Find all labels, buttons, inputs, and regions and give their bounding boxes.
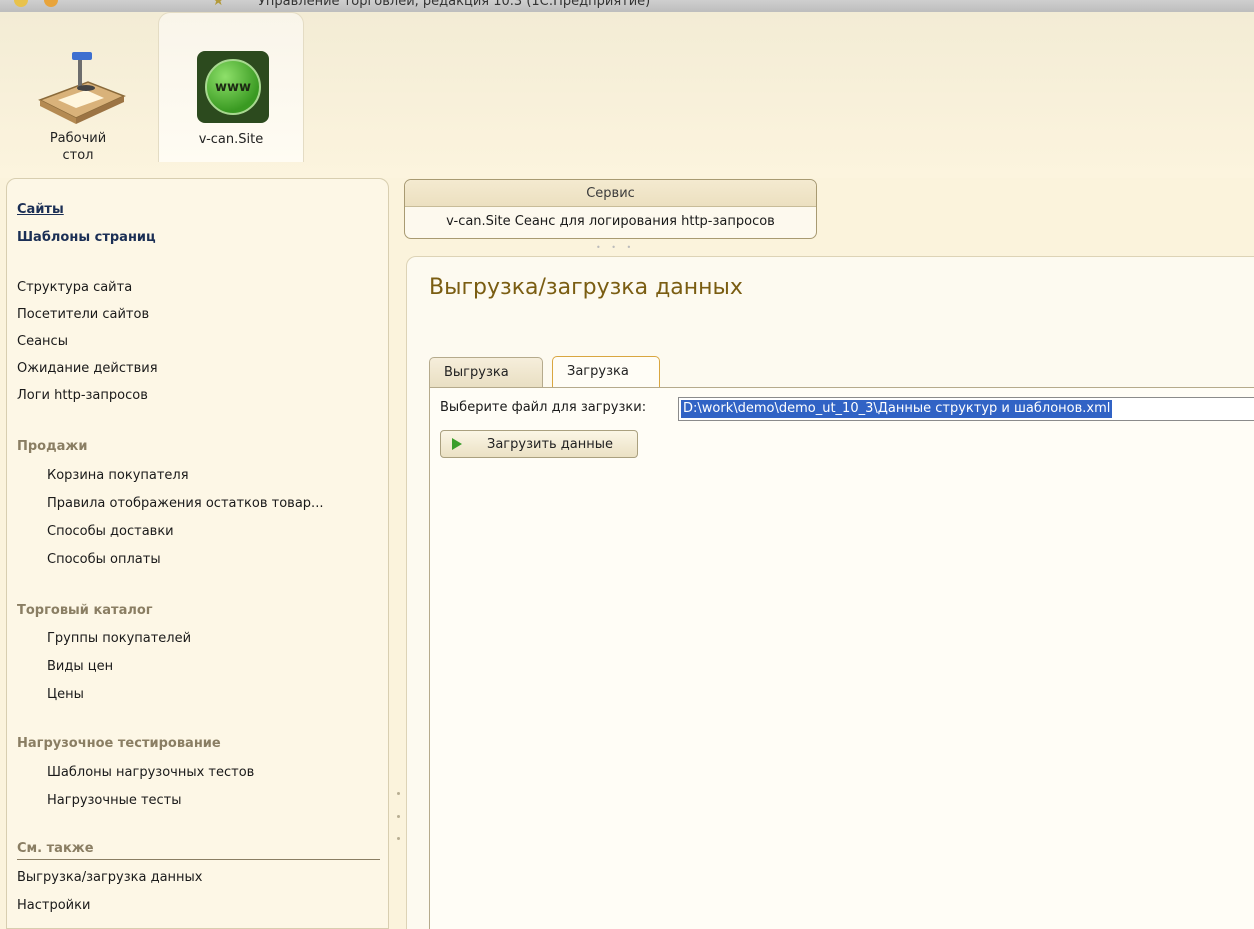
desk-lamp-icon bbox=[38, 52, 126, 124]
window-title: Управление торговлей, редакция 10.3 (1С:… bbox=[258, 0, 651, 9]
play-icon bbox=[452, 438, 462, 450]
sidebar-group-catalog: Торговый каталог bbox=[17, 603, 153, 618]
sidebar-group-load-testing: Нагрузочное тестирование bbox=[17, 736, 221, 751]
sidebar-item-price-types[interactable]: Виды цен bbox=[47, 658, 113, 676]
page-title: Выгрузка/загрузка данных bbox=[429, 275, 743, 300]
sidebar-item-prices[interactable]: Цены bbox=[47, 686, 84, 704]
sidebar-item-stock-display-rules[interactable]: Правила отображения остатков товар... bbox=[47, 495, 323, 513]
window-titlebar: ★ Управление торговлей, редакция 10.3 (1… bbox=[0, 0, 1254, 12]
tab-import[interactable]: Загрузка bbox=[552, 356, 660, 388]
close-window-icon[interactable] bbox=[14, 0, 28, 7]
section-vcan-site[interactable]: www v-can.Site bbox=[158, 12, 304, 162]
load-data-button[interactable]: Загрузить данные bbox=[440, 430, 638, 458]
sidebar-item-sites[interactable]: Сайты bbox=[17, 201, 64, 219]
tab-export[interactable]: Выгрузка bbox=[429, 357, 543, 387]
file-path-input[interactable]: D:\work\demo\demo_ut_10_3\Данные структу… bbox=[678, 397, 1254, 421]
sidebar-item-site-structure[interactable]: Структура сайта bbox=[17, 279, 132, 297]
section-label: Рабочий стол bbox=[49, 131, 107, 163]
sidebar-item-load-test-templates[interactable]: Шаблоны нагрузочных тестов bbox=[47, 764, 254, 782]
sidebar-item-load-tests[interactable]: Нагрузочные тесты bbox=[47, 792, 182, 810]
sidebar-item-data-export-import[interactable]: Выгрузка/загрузка данных bbox=[17, 869, 203, 887]
favorites-star-icon[interactable]: ★ bbox=[212, 0, 225, 9]
sidebar-item-delivery-methods[interactable]: Способы доставки bbox=[47, 523, 174, 541]
file-field-label: Выберите файл для загрузки: bbox=[440, 400, 647, 415]
sidebar-item-waiting-action[interactable]: Ожидание действия bbox=[17, 360, 158, 378]
service-panel-header: Сервис bbox=[405, 180, 816, 207]
sidebar-item-page-templates[interactable]: Шаблоны страниц bbox=[17, 229, 156, 247]
load-data-button-label: Загрузить данные bbox=[487, 436, 614, 452]
www-globe-icon: www bbox=[197, 51, 269, 123]
sidebar-navigation: Сайты Шаблоны страниц Структура сайта По… bbox=[6, 178, 389, 929]
service-panel-grip[interactable]: • • • bbox=[596, 243, 635, 252]
section-label: v-can.Site bbox=[198, 132, 264, 147]
section-desktop[interactable]: Рабочий стол bbox=[22, 12, 134, 163]
see-also-divider bbox=[17, 859, 380, 860]
sidebar-item-settings[interactable]: Настройки bbox=[17, 897, 90, 915]
sidebar-splitter-handle[interactable] bbox=[396, 792, 400, 840]
sidebar-item-payment-methods[interactable]: Способы оплаты bbox=[47, 551, 161, 569]
minimize-window-icon[interactable] bbox=[44, 0, 58, 7]
sidebar-item-site-visitors[interactable]: Посетители сайтов bbox=[17, 306, 149, 324]
form-panel: Выгрузка/загрузка данных Выгрузка Загруз… bbox=[406, 256, 1254, 929]
sidebar-item-cart[interactable]: Корзина покупателя bbox=[47, 467, 189, 485]
sidebar-group-sales: Продажи bbox=[17, 439, 88, 454]
tab-content-import: Выберите файл для загрузки: D:\work\demo… bbox=[429, 387, 1254, 929]
sidebar-group-see-also: См. также bbox=[17, 841, 94, 856]
sidebar-item-sessions[interactable]: Сеансы bbox=[17, 333, 68, 351]
sections-panel: Рабочий стол www v-can.Site bbox=[0, 12, 1254, 178]
service-item-http-session[interactable]: v-can.Site Сеанс для логирования http-за… bbox=[405, 207, 816, 237]
file-path-value: D:\work\demo\demo_ut_10_3\Данные структу… bbox=[681, 400, 1113, 418]
sidebar-item-http-logs[interactable]: Логи http-запросов bbox=[17, 387, 148, 405]
sidebar-item-customer-groups[interactable]: Группы покупателей bbox=[47, 630, 191, 648]
service-panel: Сервис v-can.Site Сеанс для логирования … bbox=[404, 179, 817, 239]
